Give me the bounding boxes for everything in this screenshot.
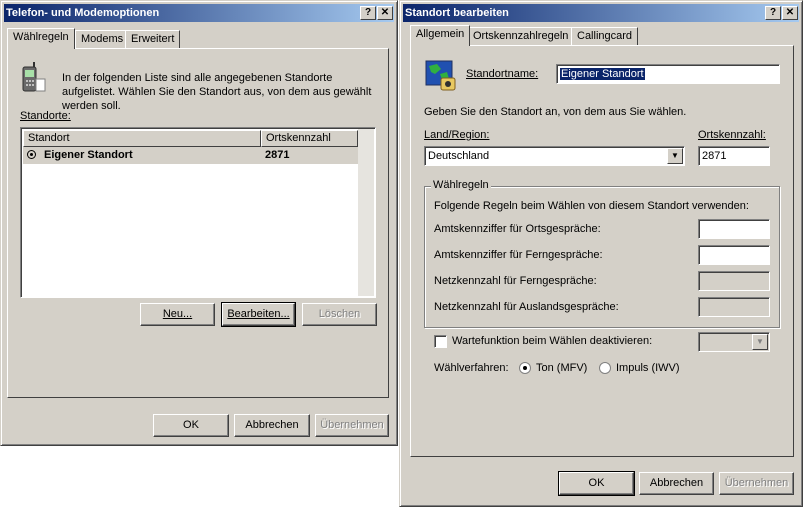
intro-text: In der folgenden Liste sind alle angegeb… [62, 72, 372, 112]
country-value: Deutschland [428, 150, 490, 162]
location-name-value: Eigener Standort [560, 68, 645, 80]
right-tab-panel: Standortname: Eigener Standort Geben Sie… [410, 45, 794, 457]
column-header-area-code[interactable]: Ortskennzahl [261, 130, 358, 147]
long-distance-access-label: Amtskennziffer für Ferngespräche: [434, 249, 603, 261]
tab-modems[interactable]: Modems [75, 30, 130, 49]
local-access-input[interactable] [698, 219, 770, 239]
left-apply-button[interactable]: Übernehmen [315, 414, 389, 437]
pulse-label: Impuls (IWV) [616, 362, 680, 374]
column-header-location[interactable]: Standort [23, 130, 261, 147]
tab-dialing-rules[interactable]: Wählregeln [7, 28, 75, 49]
disable-call-waiting-checkbox[interactable] [434, 335, 447, 348]
tab-area-code-rules[interactable]: Ortskennzahlregeln [467, 27, 575, 46]
pulse-radio[interactable] [599, 362, 611, 374]
right-apply-button[interactable]: Übernehmen [719, 472, 794, 495]
help-button[interactable]: ? [765, 6, 781, 20]
locations-label: Standorte: [20, 110, 71, 122]
location-name-input[interactable]: Eigener Standort [556, 64, 780, 84]
group-description: Folgende Regeln beim Wählen von diesem S… [434, 200, 749, 212]
left-titlebar[interactable]: Telefon- und Modemoptionen ? ✕ [4, 4, 394, 22]
table-row[interactable]: Eigener Standort 2871 [23, 147, 359, 164]
list-header: Standort Ortskennzahl [23, 130, 361, 147]
phone-modem-options-window: Telefon- und Modemoptionen ? ✕ Wählregel… [0, 0, 398, 446]
edit-location-button[interactable]: Bearbeiten... [221, 302, 296, 327]
dialing-rules-group: Wählregeln Folgende Regeln beim Wählen v… [424, 179, 780, 328]
area-code-cell: 2871 [265, 149, 290, 161]
call-waiting-select[interactable]: ▼ [698, 332, 770, 352]
area-code-input[interactable]: 2871 [698, 146, 770, 166]
delete-location-button[interactable]: Löschen [302, 303, 377, 326]
tab-calling-card[interactable]: Callingcard [571, 27, 639, 46]
chevron-down-icon[interactable]: ▼ [667, 148, 683, 164]
area-code-label: Ortskennzahl: [698, 129, 766, 141]
country-select[interactable]: Deutschland ▼ [424, 146, 685, 166]
close-button[interactable]: ✕ [782, 6, 798, 20]
right-window-title: Standort bearbeiten [405, 7, 509, 19]
left-cancel-button[interactable]: Abbrechen [234, 414, 310, 437]
group-title: Wählregeln [431, 179, 491, 191]
chevron-down-icon[interactable]: ▼ [752, 334, 768, 350]
left-tab-panel: In der folgenden Liste sind alle angegeb… [7, 48, 389, 398]
location-name-label: Standortname: [466, 68, 539, 80]
left-ok-button[interactable]: OK [153, 414, 229, 437]
dial-method-label: Wählverfahren: [434, 362, 509, 374]
tone-radio[interactable] [519, 362, 531, 374]
location-hint: Geben Sie den Standort an, von dem aus S… [424, 106, 687, 118]
close-button[interactable]: ✕ [377, 6, 393, 20]
edit-location-window: Standort bearbeiten ? ✕ Allgemein Ortske… [399, 0, 803, 507]
long-distance-carrier-input[interactable] [698, 271, 770, 291]
long-distance-access-input[interactable] [698, 245, 770, 265]
left-window-title: Telefon- und Modemoptionen [6, 7, 160, 19]
selected-location-icon [27, 150, 36, 159]
phone-icon [20, 61, 46, 93]
help-button[interactable]: ? [360, 6, 376, 20]
right-cancel-button[interactable]: Abbrechen [639, 472, 714, 495]
tone-label: Ton (MFV) [536, 362, 588, 374]
right-titlebar[interactable]: Standort bearbeiten ? ✕ [403, 4, 799, 22]
disable-call-waiting-label: Wartefunktion beim Wählen deaktivieren: [452, 335, 653, 347]
international-carrier-label: Netzkennzahl für Auslandsgespräche: [434, 301, 619, 313]
location-globe-icon [425, 60, 457, 92]
list-scrollbar[interactable] [358, 129, 374, 296]
tab-general[interactable]: Allgemein [410, 25, 471, 46]
right-ok-button[interactable]: OK [558, 471, 635, 496]
country-label: Land/Region: [424, 129, 490, 141]
location-name-cell: Eigener Standort [44, 149, 133, 161]
tab-advanced[interactable]: Erweitert [125, 30, 181, 49]
international-carrier-input[interactable] [698, 297, 770, 317]
locations-list[interactable]: Standort Ortskennzahl Eigener Standort 2… [20, 127, 376, 298]
long-distance-carrier-label: Netzkennzahl für Ferngespräche: [434, 275, 597, 287]
new-location-button[interactable]: Neu... [140, 303, 215, 326]
local-access-label: Amtskennziffer für Ortsgespräche: [434, 223, 601, 235]
